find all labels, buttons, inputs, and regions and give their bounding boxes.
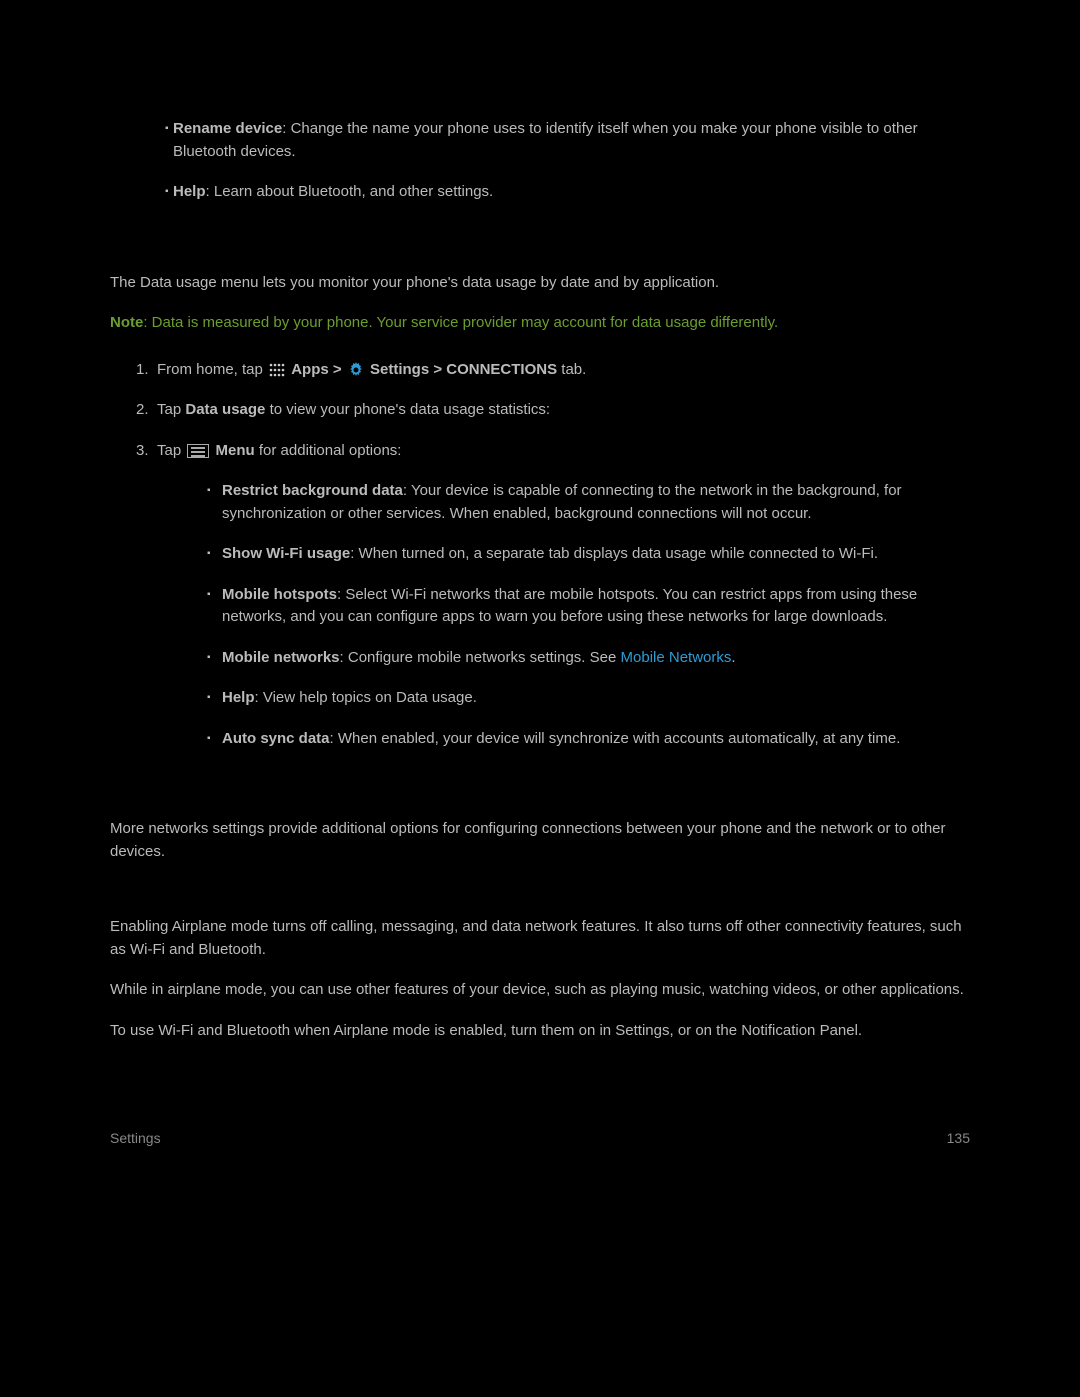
footer-section: Settings: [110, 1128, 161, 1149]
option-restrict-bg: ▪ Restrict background data: Your device …: [110, 480, 970, 525]
option-show-wifi: ▪ Show Wi-Fi usage: When turned on, a se…: [110, 543, 970, 566]
mobile-networks-link[interactable]: Mobile Networks: [621, 649, 732, 666]
label: Rename device: [173, 120, 282, 137]
airplane-p1: Enabling Airplane mode turns off calling…: [110, 916, 970, 961]
option-auto-sync: ▪ Auto sync data: When enabled, your dev…: [110, 728, 970, 751]
airplane-p2: While in airplane mode, you can use othe…: [110, 979, 970, 1002]
page-number: 135: [947, 1128, 970, 1149]
note-line: Note: Data is measured by your phone. Yo…: [110, 312, 970, 335]
bullet-text: Rename device: Change the name your phon…: [173, 118, 970, 163]
settings-icon: [348, 362, 364, 378]
step-2: 2. Tap Data usage to view your phone's d…: [110, 399, 970, 422]
step-text: Tap Menu for additional options:: [157, 440, 401, 463]
step-1: 1. From home, tap Apps > Settings > CONN…: [110, 359, 970, 382]
bullet-marker: ▪: [110, 181, 173, 204]
page-content: ▪ Rename device: Change the name your ph…: [0, 0, 1080, 1042]
step-text: From home, tap Apps > Settings > CONNECT…: [157, 359, 586, 382]
airplane-p3: To use Wi-Fi and Bluetooth when Airplane…: [110, 1020, 970, 1043]
option-mobile-networks: ▪ Mobile networks: Configure mobile netw…: [110, 647, 970, 670]
label: Help: [173, 183, 206, 200]
step-3: 3. Tap Menu for additional options:: [110, 440, 970, 463]
more-networks-intro: More networks settings provide additiona…: [110, 818, 970, 863]
page-footer: Settings 135: [110, 1128, 970, 1149]
data-usage-intro: The Data usage menu lets you monitor you…: [110, 272, 970, 295]
option-help: ▪ Help: View help topics on Data usage.: [110, 687, 970, 710]
apps-icon: [269, 363, 285, 377]
option-mobile-hotspots: ▪ Mobile hotspots: Select Wi-Fi networks…: [110, 584, 970, 629]
bullet-text: Help: Learn about Bluetooth, and other s…: [173, 181, 493, 204]
bullet-rename-device: ▪ Rename device: Change the name your ph…: [110, 118, 970, 163]
bullet-marker: ▪: [110, 118, 173, 163]
bullet-help-bt: ▪ Help: Learn about Bluetooth, and other…: [110, 181, 970, 204]
step-text: Tap Data usage to view your phone's data…: [157, 399, 550, 422]
menu-icon: [187, 444, 209, 458]
